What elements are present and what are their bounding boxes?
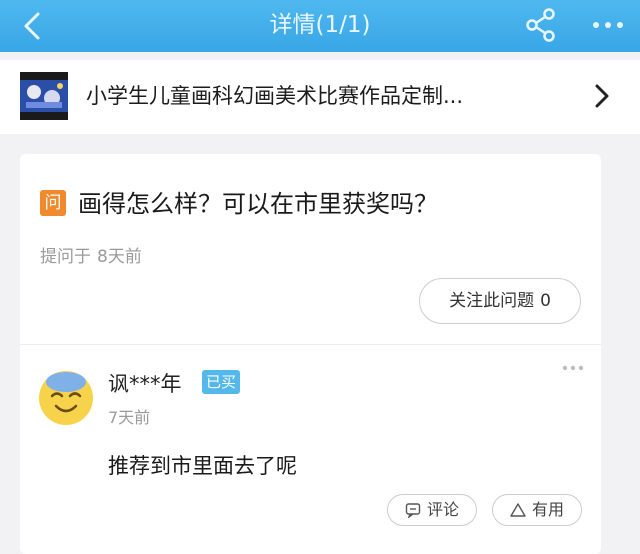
answer-username: 讽***年 xyxy=(108,372,182,396)
useful-button[interactable]: 有用 xyxy=(492,494,582,526)
question-icon: 问 xyxy=(40,190,66,216)
question-meta-time: 8天前 xyxy=(97,247,142,267)
more-icon[interactable] xyxy=(588,6,628,44)
chevron-right-icon[interactable] xyxy=(588,82,616,110)
question-meta: 提问于 8天前 xyxy=(40,242,142,267)
divider xyxy=(20,344,601,345)
comment-button[interactable]: 评论 xyxy=(387,494,477,526)
answer-time: 7天前 xyxy=(108,408,151,427)
more-options-icon[interactable] xyxy=(560,358,586,378)
answer-text: 推荐到市里面去了呢 xyxy=(108,454,297,478)
top-bar: 详情(1/1) xyxy=(0,0,640,52)
question-text: 画得怎么样？可以在市里获奖吗？ xyxy=(78,190,438,218)
comment-icon xyxy=(405,503,421,518)
share-icon[interactable] xyxy=(522,6,560,44)
comment-label: 评论 xyxy=(426,500,459,519)
follow-count: 0 xyxy=(540,291,551,311)
product-thumbnail xyxy=(20,72,68,120)
qa-card: 问 画得怎么样？可以在市里获奖吗？ 提问于 8天前 关注此问题 0 讽***年 已买… xyxy=(20,154,601,554)
follow-label: 关注此问题 xyxy=(449,291,535,311)
thumb-triangle-icon xyxy=(510,503,526,517)
product-title: 小学生儿童画科幻画美术比赛作品定制... xyxy=(86,84,464,108)
follow-question-button[interactable]: 关注此问题 0 xyxy=(419,278,581,324)
question-meta-prefix: 提问于 xyxy=(40,247,91,267)
product-row[interactable]: 小学生儿童画科幻画美术比赛作品定制... xyxy=(0,60,640,134)
useful-label: 有用 xyxy=(531,500,564,519)
avatar[interactable] xyxy=(38,370,94,426)
purchased-badge: 已买 xyxy=(202,370,241,394)
